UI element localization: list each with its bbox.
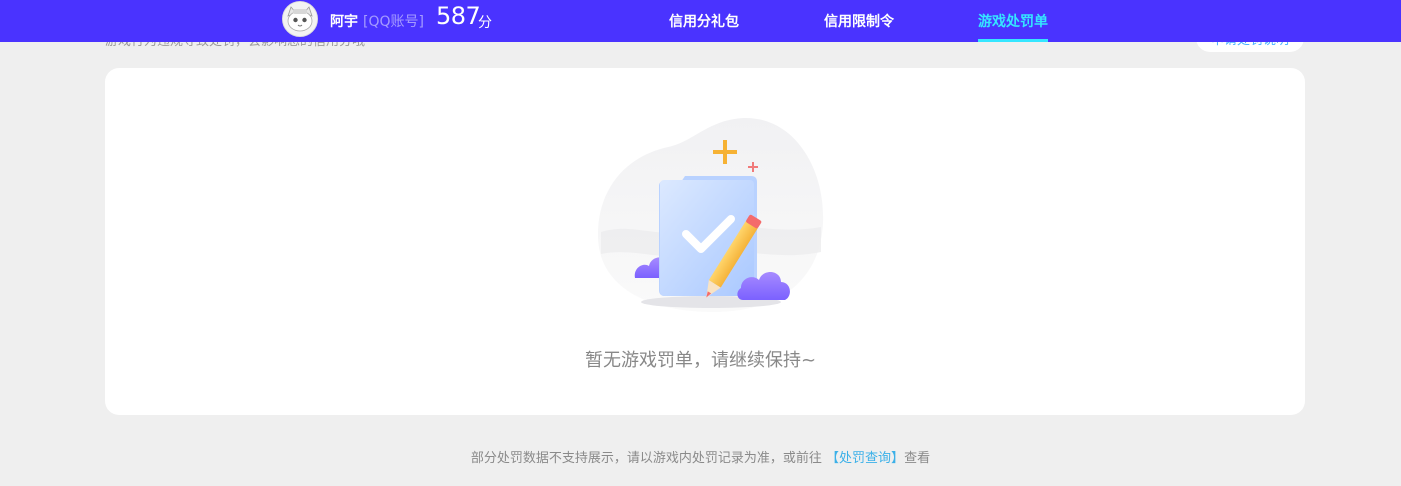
user-name: 阿宇 [330,14,358,30]
credit-score-unit: 分 [478,15,492,31]
penalty-query-link[interactable]: 【处罚查询】 [826,451,904,466]
footer-note-prefix: 部分处罚数据不支持展示，请以游戏内处罚记录为准，或前往 [470,451,827,466]
top-nav-bar: 阿宇 [QQ账号] 587 分 信用分礼包 信用限制令 游戏处罚单 [0,0,1401,42]
tab-credit-restriction[interactable]: 信用限制令 [824,11,894,31]
footer-note-suffix: 查看 [904,451,931,466]
active-tab-indicator [978,39,1048,42]
tab-credit-gift[interactable]: 信用分礼包 [669,11,739,31]
cat-avatar-icon [283,2,317,36]
avatar[interactable] [282,1,318,37]
empty-checklist-illustration-icon [597,117,824,313]
page: 游戏行为违规导致处罚，会影响您的信用分哦 申请处罚说明 阿宇 [QQ账号] 58… [0,0,1401,486]
tab-game-penalty[interactable]: 游戏处罚单 [978,11,1048,31]
credit-score: 587 [436,2,481,30]
footer-note: 部分处罚数据不支持展示，请以游戏内处罚记录为准，或前往 【处罚查询】查看 [0,447,1401,466]
account-type: [QQ账号] [363,14,424,30]
empty-state-message: 暂无游戏罚单，请继续保持~ [584,350,817,371]
